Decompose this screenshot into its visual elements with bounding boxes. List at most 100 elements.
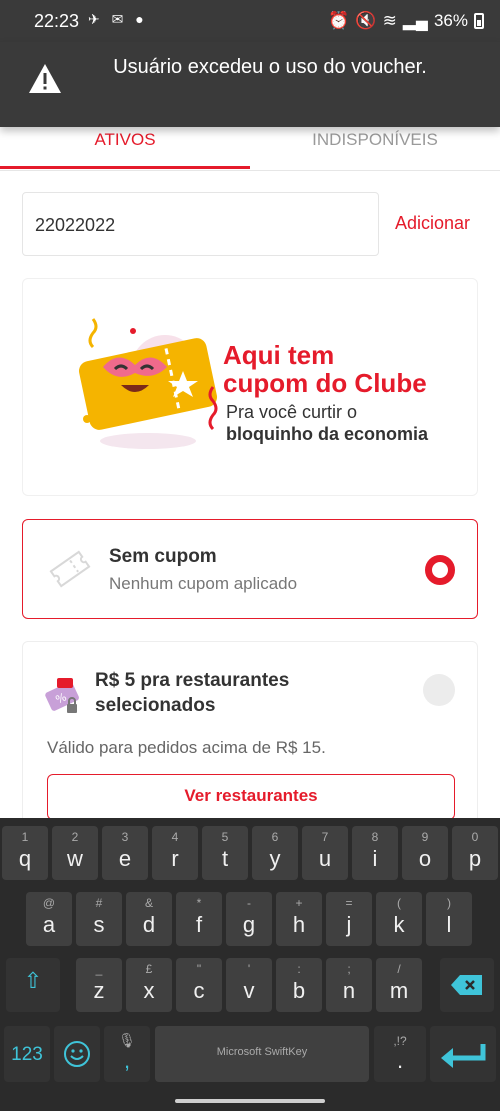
key-d[interactable]: & d [126,892,172,946]
key-hint: - [247,896,251,910]
wifi-icon: ≋ [382,11,397,30]
key-label: y [269,846,281,871]
key-y[interactable]: 6y [252,826,298,880]
key-hint: 8 [371,830,379,844]
key-hint: @ [42,896,56,910]
key-q[interactable]: 1q [2,826,48,880]
period-key[interactable]: ,!? . [374,1026,426,1082]
key-r[interactable]: 4r [152,826,198,880]
key-g[interactable]: -g [226,892,272,946]
key-i[interactable]: 8i [352,826,398,880]
key-hint: & [144,896,153,910]
key-label: t [221,846,229,871]
key-hint: " [196,962,202,976]
key-hint: ' [247,962,251,976]
coupon-card: % R$ 5 pra restaurantes selecionados Vál… [22,641,478,831]
backspace-key[interactable] [440,958,494,1012]
key-m[interactable]: / m [376,958,422,1012]
key-label: i [372,846,378,871]
status-bar: 22:23 ✈ ✉ ● ⏰ 🔇 ≋ ▂▄ 36% [0,0,500,42]
ticket-outline-icon [49,550,91,588]
unselected-radio[interactable] [423,674,455,706]
key-w[interactable]: 2w [52,826,98,880]
shift-key[interactable]: ⇧ [6,958,60,1012]
microphone-icon: 🎙 [118,1032,136,1048]
key-hint: = [345,896,353,910]
key-hint: _ [95,962,103,976]
key-p[interactable]: 0p [452,826,498,880]
key-z[interactable]: _ z [76,958,122,1012]
key-h[interactable]: + h [276,892,322,946]
tab-indisponiveis[interactable]: INDISPONÍVEIS [250,127,500,169]
key-label: g [242,912,256,937]
emoji-icon [64,1041,90,1067]
coupon-title: R$ 5 pra restaurantes selecionados [95,670,290,716]
key-label: b [292,978,306,1003]
enter-icon [441,1044,486,1068]
key-hint: 5 [221,830,229,844]
alarm-icon: ⏰ [328,11,350,30]
key-f[interactable]: * f [176,892,222,946]
key-hint: 0 [471,830,479,844]
key-n[interactable]: ; n [326,958,372,1012]
key-v[interactable]: ' v [226,958,272,1012]
system-icons: ⏰ 🔇 ≋ ▂▄ 36% [328,11,484,31]
key-hint: 3 [121,830,129,844]
key-hint: £ [145,962,153,976]
key-label: e [118,846,132,871]
key-t[interactable]: 5t [202,826,248,880]
space-bar[interactable]: Microsoft SwiftKey [155,1026,369,1082]
shift-icon: ⇧ [23,968,43,993]
key-label: j [346,912,352,937]
key-label: q [18,846,32,871]
key-l[interactable]: ) l [426,892,472,946]
tab-ativos[interactable]: ATIVOS [0,127,250,169]
key-s[interactable]: # s [76,892,122,946]
notification-icons: ✈ ✉ ● [88,11,148,27]
key-hint: ( [397,896,401,910]
enter-key[interactable] [430,1026,496,1082]
see-restaurants-button[interactable]: Ver restaurantes [47,774,455,820]
keyboard: ⇧ 123 🎙 , Microsoft SwiftKey ,!? . 1q2w3… [0,818,500,1111]
key-label: p [468,846,482,871]
key-label: r [171,846,179,871]
key-hint: 1 [21,830,29,844]
key-u[interactable]: 7u [302,826,348,880]
toast-message: Usuário excedeu o uso do voucher. [113,56,427,78]
key-hint: 6 [271,830,279,844]
key-a[interactable]: @ a [26,892,72,946]
promo-banner: Aqui tem cupom do Clube Pra você curtir … [22,278,478,496]
emoji-key[interactable] [54,1026,100,1082]
add-coupon-button[interactable]: Adicionar [395,213,470,234]
key-label: o [418,846,432,871]
battery-icon [474,13,484,29]
key-label: l [446,912,452,937]
ticket-mascot-illustration [79,318,218,449]
key-hint: # [95,896,103,910]
key-j[interactable]: = j [326,892,372,946]
selected-radio[interactable] [425,555,455,585]
key-o[interactable]: 9o [402,826,448,880]
key-hint: + [295,896,303,910]
key-label: u [318,846,332,871]
coupon-code-input[interactable]: 22022022 [22,192,379,256]
backspace-icon [451,975,482,995]
comma-key[interactable]: 🎙 , [104,1026,150,1082]
key-k[interactable]: (k [376,892,422,946]
key-e[interactable]: 3e [102,826,148,880]
key-label: k [393,912,405,937]
no-coupon-title: Sem cupom [109,546,217,567]
key-label: z [93,978,105,1003]
key-hint: 2 [71,830,79,844]
key-b[interactable]: :b [276,958,322,1012]
key-hint: * [196,896,202,910]
no-coupon-option[interactable]: Sem cupom Nenhum cupom aplicado [22,519,478,619]
key-hint: 7 [321,830,329,844]
key-x[interactable]: £ x [126,958,172,1012]
key-c[interactable]: " c [176,958,222,1012]
tab-bar: ATIVOS INDISPONÍVEIS [0,127,500,171]
numbers-key[interactable]: 123 [4,1026,50,1082]
banner-subtitle: Pra você curtir o bloquinho da economia [226,402,428,444]
banner-title: Aqui tem cupom do Clube [223,340,427,398]
coupon-condition: Válido para pedidos acima de R$ 15. [47,738,326,757]
